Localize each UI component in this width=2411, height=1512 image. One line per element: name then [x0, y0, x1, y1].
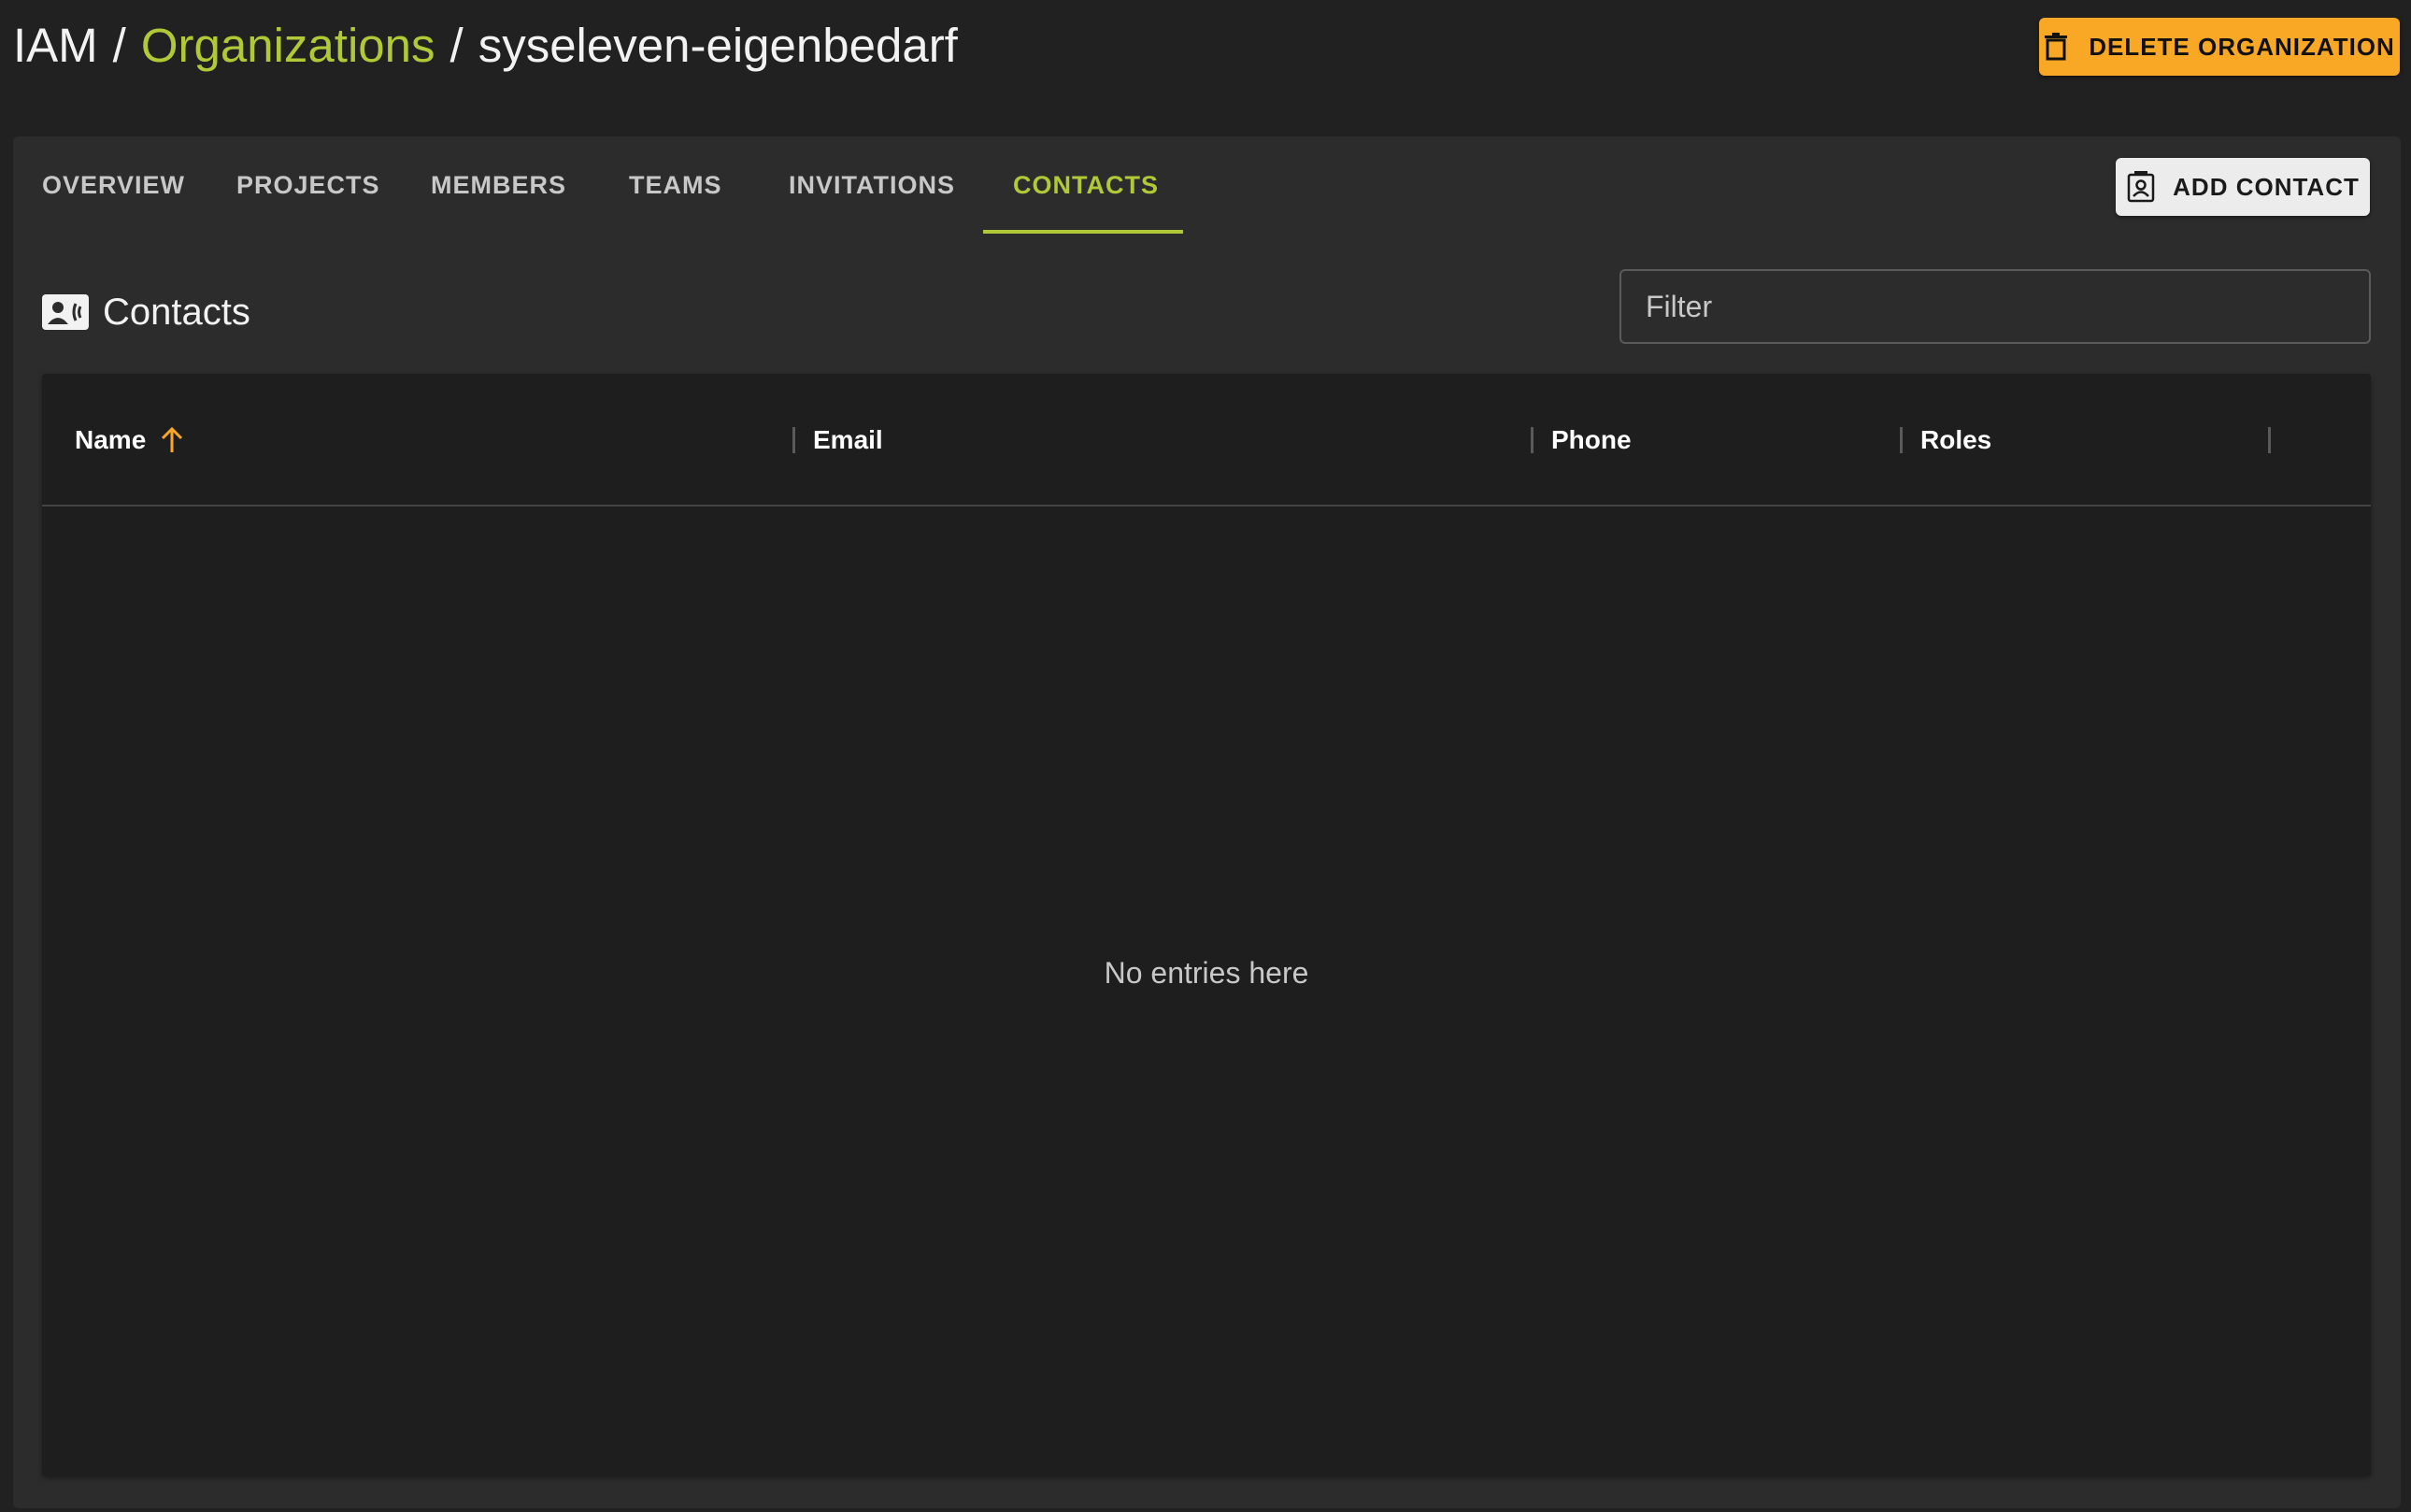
column-resize-handle[interactable] [2268, 427, 2271, 453]
page: IAM / Organizations / syseleven-eigenbed… [0, 0, 2411, 1512]
add-contact-button[interactable]: ADD CONTACT [2116, 158, 2370, 216]
active-tab-indicator [983, 230, 1183, 234]
contacts-icon [42, 294, 89, 330]
contact-card-icon [2126, 171, 2156, 203]
tab-members[interactable]: MEMBERS [431, 136, 566, 234]
tab-invitations[interactable]: INVITATIONS [789, 136, 955, 234]
breadcrumb-current: syseleven-eigenbedarf [478, 19, 958, 72]
empty-state-message: No entries here [1104, 955, 1309, 990]
trash-icon [2044, 33, 2068, 61]
column-resize-handle[interactable] [792, 427, 795, 453]
column-resize-handle[interactable] [1531, 427, 1534, 453]
page-header: IAM / Organizations / syseleven-eigenbed… [0, 0, 2411, 136]
add-contact-label: ADD CONTACT [2173, 172, 2360, 201]
section-title: Contacts [103, 291, 250, 333]
column-header-email[interactable]: Email [813, 374, 883, 506]
breadcrumb-organizations-link[interactable]: Organizations [141, 15, 435, 77]
column-header-label: Phone [1551, 425, 1632, 454]
tab-contacts[interactable]: CONTACTS [1013, 136, 1159, 234]
column-header-roles[interactable]: Roles [1920, 374, 1991, 506]
column-resize-handle[interactable] [1900, 427, 1903, 453]
breadcrumb: IAM / Organizations / syseleven-eigenbed… [13, 15, 958, 77]
breadcrumb-root[interactable]: IAM [13, 15, 98, 77]
organization-card: OVERVIEW PROJECTS MEMBERS TEAMS INVITATI… [13, 136, 2401, 1508]
tab-teams[interactable]: TEAMS [629, 136, 722, 234]
tab-projects[interactable]: PROJECTS [236, 136, 380, 234]
breadcrumb-separator: / [112, 19, 126, 72]
delete-organization-label: DELETE ORGANIZATION [2089, 32, 2395, 61]
section-header: Contacts [42, 284, 250, 340]
delete-organization-button[interactable]: DELETE ORGANIZATION [2039, 18, 2400, 76]
breadcrumb-separator: / [449, 19, 464, 72]
contacts-table: Name Email Phone Roles No entries here [42, 374, 2371, 1476]
column-header-label: Roles [1920, 425, 1992, 454]
column-header-name[interactable]: Name [75, 374, 185, 506]
tab-overview[interactable]: OVERVIEW [42, 136, 185, 234]
filter-input[interactable] [1619, 269, 2371, 344]
column-header-label: Email [813, 425, 883, 454]
table-header: Name Email Phone Roles [42, 374, 2371, 506]
column-header-label: Name [75, 425, 147, 454]
column-header-phone[interactable]: Phone [1551, 374, 1632, 506]
sort-ascending-icon [159, 426, 185, 454]
